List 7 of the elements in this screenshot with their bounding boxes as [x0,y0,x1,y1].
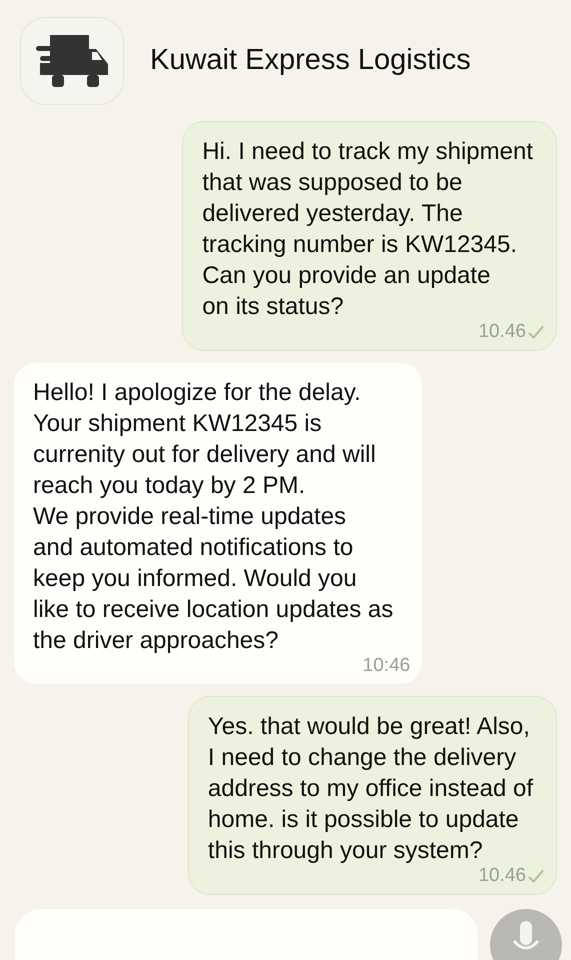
message-time: 10:46 [362,654,410,678]
message-text: Hi. I need to track my shipment that was supposed to be delivered yesterday. The tracking number is KW12345. Can you provide an update on its status? [202,137,534,322]
chat-title: Kuwait Express Logistics [150,43,471,78]
message-time: 10.46 [478,864,526,888]
message-text: Yes. that would be great! Also, I need to change the delivery address to my office instead of home. is it possible to update this through your system? [208,712,534,866]
message-text: Hello! I apologize for the delay. Your shipment KW12345 is currenity out for delivery and will reach you today by 2 PM. We provide real-time updates and automated notifications to keep you informed. Would you like to receive location updates as the driver approaches? [33,378,394,656]
message-time: 10.46 [478,320,526,344]
